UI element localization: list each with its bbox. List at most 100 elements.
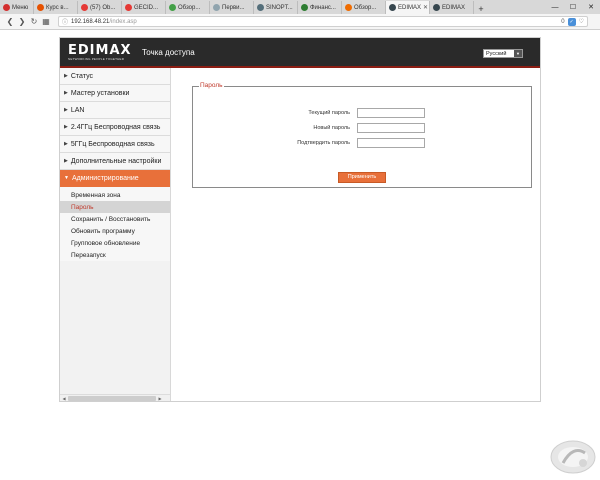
browser-toolbar: ❮ ❯ ↻ ▦ ⓘ 192.168.48.21/index.asp 0 ✓ ♡ [0, 14, 600, 30]
password-fieldset: Пароль Текущий пароль Новый пароль Подтв… [192, 82, 533, 188]
page-title: Точка доступа [142, 48, 195, 57]
tab-label: EDIMAX [398, 4, 422, 11]
back-icon[interactable]: ❮ [4, 17, 16, 26]
browser-tab[interactable]: Финанс... [298, 1, 342, 14]
tab-label: GECID... [134, 4, 159, 11]
chevron-down-icon[interactable]: ▼ [514, 50, 522, 57]
browser-tab[interactable]: Обзор... [166, 1, 210, 14]
speed-dial-icon[interactable]: ▦ [40, 17, 52, 26]
tab-favicon-icon [257, 4, 264, 11]
minimize-button[interactable]: — [546, 4, 564, 11]
sidebar-item[interactable]: ▶ Статус [60, 68, 170, 85]
site-watermark-logo [550, 440, 596, 474]
browser-tab[interactable]: EDIMAX [430, 1, 474, 14]
sidebar-scrollbar[interactable]: ◀ ▶ [60, 394, 170, 401]
tab-favicon-icon [81, 4, 88, 11]
sidebar-item[interactable]: ▶ 5ГГц Беспроводная связь [60, 136, 170, 153]
tab-label: SINOPT... [266, 4, 293, 11]
sidebar-item-label: 2.4ГГц Беспроводная связь [70, 123, 161, 131]
sidebar-item[interactable]: ▶ Мастер установки [60, 85, 170, 102]
admin-submenu: Временная зона Пароль Сохранить / Восстано… [60, 187, 170, 261]
submenu-item[interactable]: Обновить программу [60, 225, 170, 237]
sidebar-item[interactable]: ▶ 2.4ГГц Беспроводная связь [60, 119, 170, 136]
url-path: /index.asp [109, 18, 137, 25]
sidebar-item[interactable]: ▶ Дополнительные настройки [60, 153, 170, 170]
forward-icon[interactable]: ❯ [16, 17, 28, 26]
chevron-down-icon: ▼ [64, 175, 69, 181]
tab-label: Обзор... [354, 4, 377, 11]
sidebar: ▶ Статус ▶ Мастер установки ▶ LAN ▶ 2.4ГГц Бесп… [60, 68, 171, 401]
browser-tab-bar: Меню Курс в... (57) Ob... GECID... Обзор... П… [0, 0, 600, 14]
tab-favicon-icon [3, 4, 10, 11]
site-info-icon[interactable]: ⓘ [62, 17, 68, 26]
window-controls: — ☐ ✕ [546, 0, 600, 14]
submenu-item[interactable]: Временная зона [60, 189, 170, 201]
close-window-button[interactable]: ✕ [582, 3, 600, 11]
url-host: 192.168.48.21 [71, 18, 110, 25]
sidebar-item-label: Мастер установки [70, 89, 130, 97]
browser-tab[interactable]: EDIMAX ✕ [386, 1, 430, 14]
new-tab-button[interactable]: + [474, 4, 488, 14]
apply-button[interactable]: Применить [338, 172, 386, 183]
new-password-label: Новый пароль [313, 125, 350, 131]
tab-favicon-icon [125, 4, 132, 11]
browser-tab[interactable]: Перви... [210, 1, 254, 14]
tab-favicon-icon [213, 4, 220, 11]
browser-tab[interactable]: Меню [0, 1, 34, 14]
tab-label: Перви... [222, 4, 245, 11]
chevron-right-icon: ▶ [64, 124, 68, 130]
tab-label: Курс в... [46, 4, 69, 11]
chevron-right-icon: ▶ [64, 141, 68, 147]
chevron-right-icon: ▶ [64, 158, 68, 164]
sidebar-item-label: LAN [70, 106, 85, 114]
sidebar-item-label: Статус [70, 72, 93, 80]
submenu-item[interactable]: Групповое обновление [60, 237, 170, 249]
tab-favicon-icon [169, 4, 176, 11]
tab-label: Обзор... [178, 4, 201, 11]
browser-tab[interactable]: SINOPT... [254, 1, 298, 14]
current-password-input[interactable] [357, 108, 425, 118]
confirm-password-input[interactable] [357, 138, 425, 148]
fieldset-legend: Пароль [199, 82, 224, 89]
scroll-thumb[interactable] [68, 395, 156, 401]
language-select[interactable]: Русский ▼ [483, 49, 523, 58]
tab-label: Финанс... [310, 4, 336, 11]
current-password-row: Текущий пароль [193, 108, 533, 119]
new-password-input[interactable] [357, 123, 425, 133]
page-viewport: EDIMAX NETWORKING PEOPLE TOGETHER Точка … [0, 31, 600, 480]
edimax-logo: EDIMAX NETWORKING PEOPLE TOGETHER [68, 43, 132, 61]
tab-favicon-icon [433, 4, 440, 11]
tab-favicon-icon [389, 4, 396, 11]
chevron-right-icon: ▶ [64, 73, 68, 79]
sidebar-item-label: 5ГГц Беспроводная связь [70, 140, 155, 148]
reload-icon[interactable]: ↻ [28, 17, 40, 26]
browser-tab[interactable]: (57) Ob... [78, 1, 122, 14]
router-header: EDIMAX NETWORKING PEOPLE TOGETHER Точка … [60, 38, 540, 68]
browser-tab[interactable]: Обзор... [342, 1, 386, 14]
heart-icon[interactable]: ♡ [579, 18, 584, 25]
ad-block-count: 0 [561, 18, 565, 25]
tab-favicon-icon [301, 4, 308, 11]
maximize-button[interactable]: ☐ [564, 3, 582, 11]
router-admin-frame: EDIMAX NETWORKING PEOPLE TOGETHER Точка … [59, 37, 541, 402]
current-password-label: Текущий пароль [308, 110, 350, 116]
chevron-right-icon: ▶ [64, 107, 68, 113]
submenu-item[interactable]: Перезапуск [60, 249, 170, 261]
submenu-item[interactable]: Пароль [60, 201, 170, 213]
tab-favicon-icon [345, 4, 352, 11]
browser-tab[interactable]: GECID... [122, 1, 166, 14]
shield-icon[interactable]: ✓ [567, 17, 576, 26]
sidebar-item[interactable]: ▼ Администрирование [60, 170, 170, 187]
submenu-item[interactable]: Сохранить / Восстановить [60, 213, 170, 225]
language-value: Русский [486, 50, 507, 57]
tab-close-icon[interactable]: ✕ [423, 4, 428, 11]
address-bar[interactable]: ⓘ 192.168.48.21/index.asp 0 ✓ ♡ [58, 16, 588, 27]
confirm-password-label: Подтвердить пароль [297, 140, 350, 146]
scroll-left-icon[interactable]: ◀ [60, 396, 68, 401]
sidebar-item[interactable]: ▶ LAN [60, 102, 170, 119]
tab-favicon-icon [37, 4, 44, 11]
main-content: Пароль Текущий пароль Новый пароль Подтв… [171, 68, 540, 401]
sidebar-item-label: Администрирование [71, 174, 139, 182]
browser-tab[interactable]: Курс в... [34, 1, 78, 14]
scroll-right-icon[interactable]: ▶ [156, 396, 164, 401]
